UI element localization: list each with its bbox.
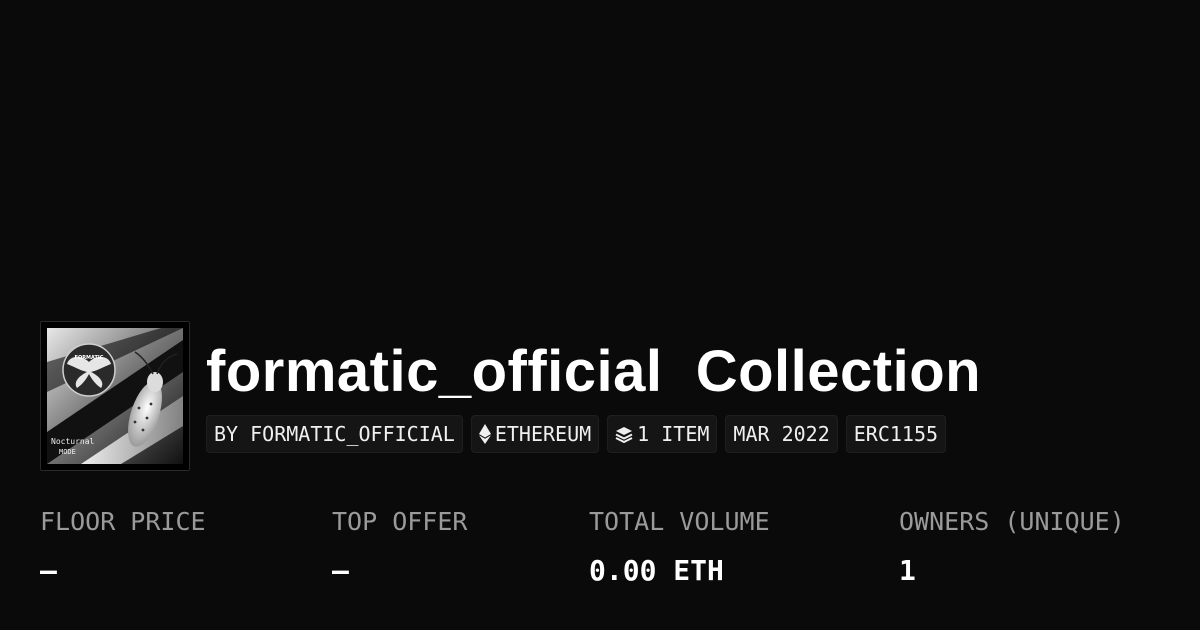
collection-avatar: FORMATIC Nocturnal MODE <box>40 321 190 471</box>
collection-title: formatic_official Collection <box>206 339 982 404</box>
floor-price-value: — <box>40 554 57 587</box>
owners-value: 1 <box>899 554 916 587</box>
avatar-caption-line2: MODE <box>59 448 76 456</box>
items-tag[interactable]: 1 ITEM <box>607 415 718 453</box>
date-tag-label: MAR 2022 <box>733 422 830 446</box>
standard-tag-label: ERC1155 <box>853 422 939 446</box>
date-tag: MAR 2022 <box>725 415 838 453</box>
top-offer-value: — <box>332 554 349 587</box>
owners-stat: OWNERS (UNIQUE) 1 <box>899 504 1125 589</box>
layers-icon <box>615 425 633 443</box>
chain-tag-label: ETHEREUM <box>494 422 592 446</box>
total-volume-label: TOTAL VOLUME <box>589 507 770 536</box>
creator-tag-label: BY FORMATIC_OFFICIAL <box>214 422 455 446</box>
total-volume-stat: TOTAL VOLUME 0.00 ETH <box>589 504 770 589</box>
creator-tag[interactable]: BY FORMATIC_OFFICIAL <box>206 415 463 453</box>
collection-card: FORMATIC Nocturnal MODE formatic_officia… <box>0 0 1200 630</box>
floor-price-stat: FLOOR PRICE — <box>40 504 206 589</box>
ethereum-icon <box>478 424 491 444</box>
items-tag-label: 1 ITEM <box>637 422 710 446</box>
top-offer-stat: TOP OFFER — <box>332 504 467 589</box>
standard-tag: ERC1155 <box>845 415 947 453</box>
chain-tag[interactable]: ETHEREUM <box>470 415 600 453</box>
collection-tags: BY FORMATIC_OFFICIAL ETHEREUM 1 ITEM MAR… <box>206 415 947 453</box>
avatar-brand-text: FORMATIC <box>75 355 104 361</box>
avatar-caption-line1: Nocturnal <box>51 437 95 446</box>
owners-label: OWNERS (UNIQUE) <box>899 507 1125 536</box>
floor-price-label: FLOOR PRICE <box>40 507 206 536</box>
top-offer-label: TOP OFFER <box>332 507 468 536</box>
total-volume-value: 0.00 ETH <box>589 554 724 587</box>
